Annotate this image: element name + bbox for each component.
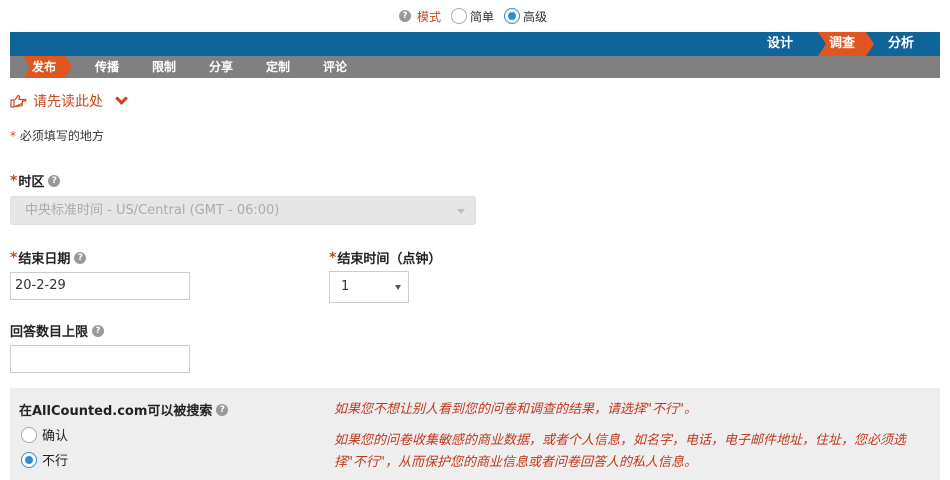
required-star: *	[10, 172, 18, 189]
chevron-down-icon	[115, 91, 128, 105]
caret-down-icon	[395, 285, 401, 290]
response-limit-input[interactable]	[10, 345, 190, 373]
searchable-option-no-label: 不行	[42, 454, 69, 469]
sub-nav: 发布 传播 限制 分享 定制 评论	[10, 56, 940, 78]
required-note: * 必须填写的地方	[10, 127, 104, 144]
end-time-value: 1	[341, 279, 350, 294]
help-icon[interactable]: ?	[74, 251, 87, 264]
end-time-label: 结束时间（点钟）	[337, 252, 442, 267]
end-date-input[interactable]: 20-2-29	[10, 272, 190, 300]
tab-survey[interactable]: 调查	[818, 32, 874, 56]
top-nav: 设计 调查 分析	[10, 32, 940, 56]
radio-yes[interactable]	[21, 426, 37, 443]
timezone-label-wrap: * 时区 ?	[10, 171, 61, 190]
radio-no[interactable]	[21, 451, 37, 468]
required-note-text: 必须填写的地方	[19, 129, 104, 143]
searchable-option-no[interactable]: 不行	[21, 450, 68, 469]
mode-label: 模式	[416, 9, 441, 24]
subtab-comments[interactable]: 评论	[315, 56, 355, 78]
mode-bar: ? 模式 简单 高级	[0, 0, 950, 32]
searchable-panel: 在AllCounted.com可以被搜索 ? 确认 不行 如果您不想让别人看到您…	[10, 388, 940, 480]
mode-option-advanced[interactable]: 高级	[504, 8, 547, 25]
response-limit-label-wrap: 回答数目上限 ?	[10, 321, 105, 340]
subtab-customize[interactable]: 定制	[258, 56, 298, 78]
searchable-option-yes[interactable]: 确认	[21, 425, 68, 444]
help-icon[interactable]: ?	[92, 324, 105, 337]
subtab-share[interactable]: 分享	[201, 56, 241, 78]
help-icon[interactable]: ?	[216, 403, 229, 416]
end-date-label: 结束日期	[18, 252, 71, 267]
mode-option-simple[interactable]: 简单	[450, 8, 494, 25]
required-star: *	[10, 249, 18, 266]
end-time-select[interactable]: 1	[329, 271, 409, 303]
end-date-label-wrap: * 结束日期 ?	[10, 248, 87, 267]
help-icon[interactable]: ?	[398, 10, 411, 22]
subtab-publish[interactable]: 发布	[23, 56, 72, 78]
radio-simple[interactable]	[450, 8, 467, 24]
radio-advanced[interactable]	[504, 8, 520, 24]
required-star: *	[10, 129, 16, 143]
tab-analysis[interactable]: 分析	[876, 32, 926, 56]
timezone-label: 时区	[18, 175, 45, 190]
help-icon[interactable]: ?	[48, 174, 61, 187]
pointing-hand-icon	[10, 94, 27, 108]
searchable-label-wrap: 在AllCounted.com可以被搜索 ?	[19, 400, 229, 419]
searchable-note-2: 如果您的问卷收集敏感的商业数据，或者个人信息，如名字，电话，电子邮件地址，住址，…	[334, 433, 907, 470]
read-first-label: 请先读此处	[33, 94, 103, 110]
tab-design[interactable]: 设计	[755, 32, 805, 56]
mode-option-advanced-label: 高级	[523, 9, 548, 24]
mode-option-simple-label: 简单	[469, 9, 494, 24]
timezone-select: 中央标准时间 - US/Central (GMT - 06:00)	[10, 196, 476, 225]
subtab-spread[interactable]: 传播	[87, 56, 127, 78]
end-time-label-wrap: * 结束时间（点钟）	[329, 248, 442, 268]
caret-down-icon	[457, 209, 465, 214]
subtab-restrict[interactable]: 限制	[144, 56, 184, 78]
read-first-toggle[interactable]: 请先读此处	[10, 91, 128, 111]
response-limit-label: 回答数目上限	[10, 325, 89, 340]
searchable-note-1: 如果您不想让别人看到您的问卷和调查的结果，请选择"不行"。	[334, 402, 697, 417]
searchable-label: 在AllCounted.com可以被搜索	[19, 404, 213, 419]
required-star: *	[329, 249, 337, 266]
timezone-value: 中央标准时间 - US/Central (GMT - 06:00)	[25, 203, 280, 218]
searchable-option-yes-label: 确认	[42, 429, 69, 444]
